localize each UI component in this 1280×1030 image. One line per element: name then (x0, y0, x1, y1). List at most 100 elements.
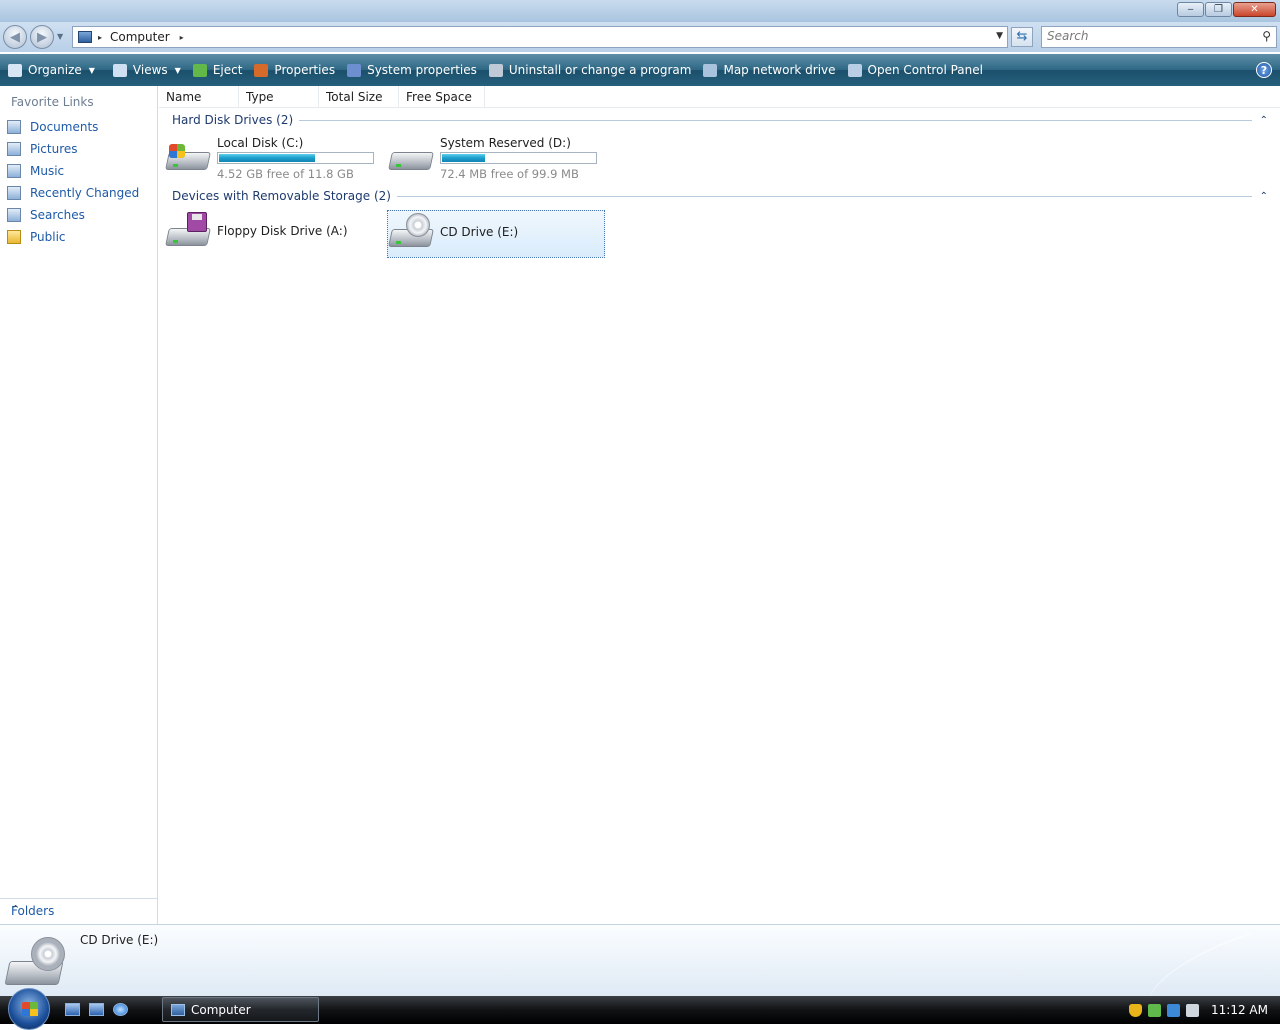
eject-icon (192, 63, 207, 77)
sidebar-item-recently-changed[interactable]: Recently Changed (7, 183, 139, 203)
forward-arrow-icon: ▶ (37, 29, 47, 45)
drive-item[interactable]: CD Drive (E:) (387, 210, 605, 258)
group-title: Hard Disk Drives (2) (172, 113, 294, 127)
sidebar-item-label: Documents (30, 120, 99, 134)
drive-info: System Reserved (D:) 72.4 MB free of 99.9… (440, 134, 597, 181)
uninstall-icon (488, 63, 503, 77)
back-button[interactable]: ◀ (3, 25, 27, 49)
chevron-up-icon[interactable]: ⌃ (1260, 115, 1268, 126)
volume-icon[interactable] (1186, 1003, 1200, 1017)
help-button[interactable]: ? (1256, 62, 1272, 78)
sidebar-item-music[interactable]: Music (7, 161, 64, 181)
toolbar-open-control-panel[interactable]: Open Control Panel (847, 63, 983, 77)
computer-icon (171, 1003, 185, 1016)
breadcrumb-computer[interactable]: Computer (110, 30, 170, 44)
hard-disk-icon (388, 136, 434, 176)
column-header-name[interactable]: Name (159, 86, 239, 108)
show-desktop-icon[interactable] (65, 1003, 80, 1016)
defender-icon[interactable] (1148, 1003, 1162, 1017)
group-header[interactable]: Devices with Removable Storage (2) ⌃ (172, 188, 1268, 204)
toolbar-uninstall-or-change-a-program[interactable]: Uninstall or change a program (488, 63, 691, 77)
drive-info: CD Drive (E:) (440, 211, 518, 239)
drive-item[interactable]: Floppy Disk Drive (A:) (165, 210, 380, 258)
drive-info: Floppy Disk Drive (A:) (217, 210, 348, 238)
window-controls: ‒ ❐ ✕ (1176, 2, 1276, 17)
hard-disk-windows-icon (165, 136, 211, 176)
recent-pages-dropdown[interactable]: ▼ (57, 32, 63, 41)
drive-usage-bar (440, 152, 597, 164)
maximize-button[interactable]: ❐ (1205, 2, 1232, 17)
dropdown-arrow-icon: ▼ (88, 65, 95, 75)
search-placeholder: Search (1047, 29, 1089, 43)
drive-name: CD Drive (E:) (440, 225, 519, 239)
toolbar-organize[interactable]: Organize ▼ (8, 63, 95, 77)
drive-name: System Reserved (D:) (440, 136, 571, 150)
drive-name: Local Disk (C:) (217, 136, 304, 150)
close-button[interactable]: ✕ (1233, 2, 1276, 17)
chevron-up-icon[interactable]: ⌃ (1260, 191, 1268, 202)
public-folder-icon (7, 230, 21, 244)
breadcrumb-separator[interactable]: ▸ (180, 33, 184, 42)
control-panel-icon (847, 63, 862, 77)
column-header-total-size[interactable]: Total Size (319, 86, 399, 108)
toolbar-eject[interactable]: Eject (192, 63, 242, 77)
drive-item[interactable]: Local Disk (C:) 4.52 GB free of 11.8 GB (165, 134, 380, 182)
details-item-name: CD Drive (E:) (80, 933, 159, 947)
sidebar-item-label: Music (30, 164, 65, 178)
address-row: ◀ ▶ ▼ ▸ Computer ▸ ▼ ⇆ Search ⚲ (0, 22, 1280, 52)
toolbar-map-network-drive[interactable]: Map network drive (703, 63, 836, 77)
toolbar-label: Organize (28, 63, 82, 77)
chevron-up-icon: ⌃ (11, 903, 21, 916)
search-icon[interactable]: ⚲ (1262, 29, 1271, 43)
group-divider (396, 195, 1252, 197)
sidebar-item-label: Recently Changed (30, 186, 140, 200)
music-icon (7, 164, 21, 178)
taskbar-button-computer[interactable]: Computer (162, 997, 319, 1022)
refresh-button[interactable]: ⇆ (1011, 27, 1033, 47)
breadcrumb-separator[interactable]: ▸ (98, 33, 102, 42)
windows-logo-icon (22, 1002, 38, 1016)
command-bar: Organize ▼ Views ▼ Eject Properties System pro… (0, 54, 1280, 86)
address-bar[interactable]: ▸ Computer ▸ ▼ (72, 26, 1008, 48)
column-header-type[interactable]: Type (239, 86, 319, 108)
organize-icon (8, 63, 22, 77)
minimize-button[interactable]: ‒ (1177, 2, 1204, 17)
column-header-free-space[interactable]: Free Space (399, 86, 485, 108)
favorite-links-header: Favorite Links (11, 95, 94, 109)
folders-toggle[interactable]: Folders ⌃ (0, 898, 158, 924)
network-icon[interactable] (1167, 1003, 1181, 1017)
group-divider (299, 119, 1252, 121)
group-header[interactable]: Hard Disk Drives (2) ⌃ (172, 112, 1268, 128)
details-pane: CD Drive (E:) (0, 924, 1280, 1008)
security-shield-icon[interactable] (1129, 1003, 1143, 1017)
forward-button[interactable]: ▶ (30, 25, 54, 49)
cd-drive-large-icon (4, 933, 67, 991)
toolbar-system-properties[interactable]: System properties (347, 63, 477, 77)
sidebar-item-label: Searches (30, 208, 85, 222)
toolbar-label: Properties (274, 63, 336, 77)
toolbar-views[interactable]: Views ▼ (112, 63, 181, 77)
drive-usage-fill (442, 154, 486, 162)
sidebar-item-pictures[interactable]: Pictures (7, 139, 78, 159)
views-icon (112, 63, 127, 77)
taskbar: Computer 11:12 AM (0, 988, 1280, 1030)
system-properties-icon (347, 63, 362, 77)
computer-icon (78, 31, 92, 43)
switch-windows-icon[interactable] (89, 1003, 104, 1016)
back-arrow-icon: ◀ (10, 29, 20, 45)
toolbar-label: Map network drive (723, 63, 836, 77)
system-tray: 11:12 AM (1129, 996, 1280, 1024)
search-input[interactable]: Search ⚲ (1041, 26, 1277, 48)
clock[interactable]: 11:12 AM (1211, 1003, 1268, 1017)
floppy-drive-icon (165, 212, 211, 252)
sidebar-item-searches[interactable]: Searches (7, 205, 85, 225)
refresh-icon: ⇆ (1016, 29, 1028, 44)
address-dropdown-icon[interactable]: ▼ (996, 31, 1003, 41)
toolbar-properties[interactable]: Properties (254, 63, 335, 77)
sidebar-item-public[interactable]: Public (7, 227, 66, 247)
internet-explorer-icon[interactable] (113, 1003, 128, 1016)
group-title: Devices with Removable Storage (2) (172, 189, 391, 203)
sidebar-item-documents[interactable]: Documents (7, 117, 98, 137)
dropdown-arrow-icon: ▼ (174, 65, 181, 75)
drive-item[interactable]: System Reserved (D:) 72.4 MB free of 99.9… (388, 134, 603, 182)
